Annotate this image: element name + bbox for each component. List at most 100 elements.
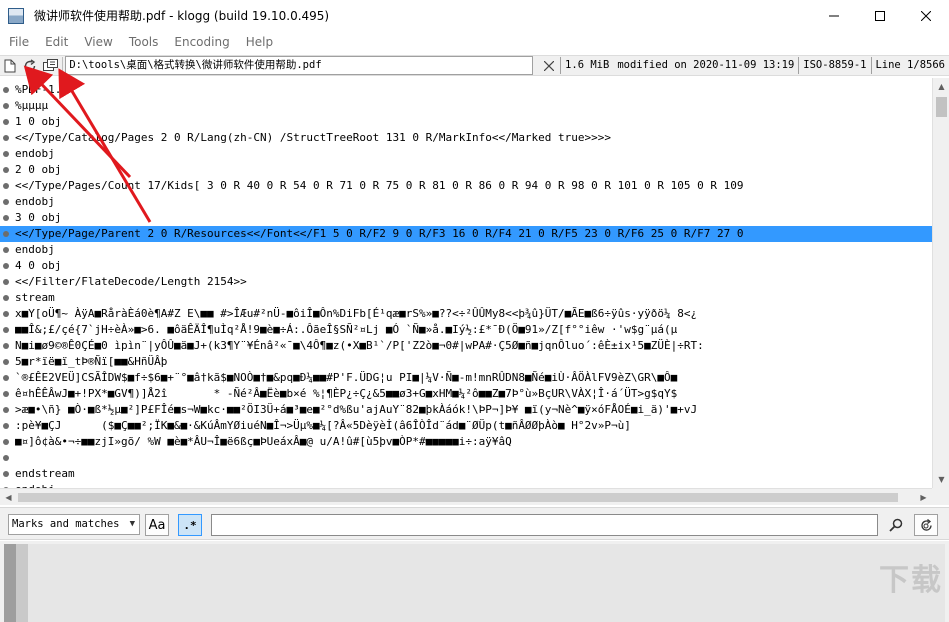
line-mark-bullet-icon[interactable] (3, 263, 9, 269)
minimize-button[interactable] (811, 0, 857, 31)
filtered-panel[interactable] (4, 544, 945, 622)
line-mark-bullet-icon[interactable] (3, 87, 9, 93)
line-mark-bullet-icon[interactable] (3, 199, 9, 205)
line-mark-bullet-icon[interactable] (3, 135, 9, 141)
line-mark-bullet-icon[interactable] (3, 359, 9, 365)
file-path-field[interactable]: D:\tools\桌面\格式转换\微讲师软件使用帮助.pdf (65, 56, 534, 75)
menu-view[interactable]: View (76, 35, 120, 49)
search-input[interactable] (211, 514, 878, 536)
line-mark-bullet-icon[interactable] (3, 247, 9, 253)
log-line[interactable]: endobj (0, 146, 932, 162)
follow-button[interactable] (40, 56, 60, 75)
menu-edit[interactable]: Edit (37, 35, 76, 49)
line-mark-bullet-icon[interactable] (3, 119, 9, 125)
horizontal-scroll-thumb[interactable] (18, 493, 898, 502)
log-line[interactable]: >æ■•\ñ} ■Ò·■ß*½µ■²]P£FÎé■s¬W■kc·■■²ÖI3Ü+… (0, 402, 932, 418)
open-file-button[interactable] (0, 56, 20, 75)
log-line-text: ■■Î&;£/çé{7`jH÷èÀ»■>6. ■ôäÊÄÎ¶uÌq²Å!9■è■… (15, 323, 678, 336)
log-line[interactable]: `®£ÊE2VEÜ]CSÃÎDW$■f÷$6■+¨°■â†kã$■NOÒ■†■&… (0, 370, 932, 386)
scroll-left-icon[interactable]: ◀ (0, 489, 17, 506)
open-file-icon (4, 59, 16, 72)
log-line[interactable]: <</Filter/FlateDecode/Length 2154>> (0, 274, 932, 290)
close-button[interactable] (903, 0, 949, 31)
log-line[interactable]: ■■Î&;£/çé{7`jH÷èÀ»■>6. ■ôäÊÄÎ¶uÌq²Å!9■è■… (0, 322, 932, 338)
log-line-text: 2 0 obj (15, 163, 62, 176)
log-lines: %PDF-1.5 %µµµµ 1 0 obj <</Type/Catalog/Page… (0, 82, 932, 488)
line-mark-bullet-icon[interactable] (3, 279, 9, 285)
log-line[interactable]: %µµµµ (0, 98, 932, 114)
menu-tools[interactable]: Tools (121, 35, 167, 49)
line-mark-bullet-icon[interactable] (3, 391, 9, 397)
log-line[interactable]: <</Type/Catalog/Pages 2 0 R/Lang(zh-CN) … (0, 130, 932, 146)
log-line[interactable]: x■Y[oÜ¶~ ÀÿA■RåràÈá0è¶A#Z E\■■ #>ÎÆu#²nÜ… (0, 306, 932, 322)
line-mark-bullet-icon[interactable] (3, 423, 9, 429)
regex-button[interactable]: .* (178, 514, 202, 536)
file-size: 1.6 MiB (565, 59, 610, 71)
log-view[interactable]: %PDF-1.5 %µµµµ 1 0 obj <</Type/Catalog/Page… (0, 78, 932, 488)
line-mark-bullet-icon[interactable] (3, 327, 9, 333)
log-line[interactable]: endobj (0, 242, 932, 258)
line-mark-bullet-icon[interactable] (3, 375, 9, 381)
line-mark-bullet-icon[interactable] (3, 455, 9, 461)
search-button[interactable] (884, 514, 908, 536)
watermark-logo: 下载 (879, 563, 943, 598)
case-sensitive-button[interactable]: Aa (145, 514, 169, 536)
line-mark-bullet-icon[interactable] (3, 151, 9, 157)
maximize-button[interactable] (857, 0, 903, 31)
scroll-up-icon[interactable]: ▲ (933, 78, 949, 95)
line-mark-bullet-icon[interactable] (3, 439, 9, 445)
line-mark-bullet-icon[interactable] (3, 343, 9, 349)
line-mark-bullet-icon[interactable] (3, 183, 9, 189)
reload-button[interactable] (20, 56, 40, 75)
match-mode-value: Marks and matches (12, 518, 120, 530)
log-line-text: endobj (15, 195, 55, 208)
window-title: 微讲师软件使用帮助.pdf - klogg (build 19.10.0.495… (34, 9, 330, 23)
line-mark-bullet-icon[interactable] (3, 407, 9, 413)
line-mark-bullet-icon[interactable] (3, 471, 9, 477)
selected-log-line[interactable]: <</Type/Page/Parent 2 0 R/Resources<</Fo… (0, 226, 932, 242)
log-line[interactable]: N■i■ø9©®Ê0ÇÉ■0 ìpìn¨|yÔÛ■ä■J+(k3¶Y¨¥Énâ²… (0, 338, 932, 354)
menu-encoding[interactable]: Encoding (166, 35, 237, 49)
scroll-down-icon[interactable]: ▼ (933, 471, 949, 488)
log-line[interactable]: 2 0 obj (0, 162, 932, 178)
vertical-scrollbar[interactable]: ▲ ▼ (932, 78, 949, 488)
log-line-text: >æ■•\ñ} ■Ò·■ß*½µ■²]P£FÎé■s¬W■kc·■■²ÖI3Ü+… (15, 403, 698, 416)
log-line[interactable]: endobj (0, 194, 932, 210)
title-bar: 微讲师软件使用帮助.pdf - klogg (build 19.10.0.495… (0, 0, 949, 31)
toolbar: D:\tools\桌面\格式转换\微讲师软件使用帮助.pdf 1.6 MiB m… (0, 55, 949, 76)
log-line[interactable]: ê¤hÊÊÂwJ■+!PX*■GV¶)]Å2î * -Ñé²Â■Ëè■b×é %… (0, 386, 932, 402)
log-line[interactable]: 3 0 obj (0, 210, 932, 226)
auto-refresh-button[interactable] (914, 514, 938, 536)
scroll-right-icon[interactable]: ▶ (915, 489, 932, 506)
log-line[interactable] (0, 450, 932, 466)
menu-file[interactable]: File (1, 35, 37, 49)
menu-help[interactable]: Help (238, 35, 281, 49)
encoding-label: ISO-8859-1 (803, 59, 867, 71)
line-mark-bullet-icon[interactable] (3, 295, 9, 301)
close-icon (921, 10, 931, 21)
log-line[interactable]: 1 0 obj (0, 114, 932, 130)
match-mode-select[interactable]: Marks and matches ▼ (8, 514, 140, 535)
horizontal-scrollbar[interactable]: ◀ ▶ (0, 488, 932, 505)
line-mark-bullet-icon[interactable] (3, 311, 9, 317)
log-line[interactable]: 5■r*ïë■ï_tÞ®Ñï[■■&HñÜÂþ (0, 354, 932, 370)
vertical-scroll-thumb[interactable] (936, 97, 947, 117)
filtered-view[interactable]: 下载 (0, 541, 949, 622)
log-line[interactable]: 4 0 obj (0, 258, 932, 274)
line-mark-bullet-icon[interactable] (3, 215, 9, 221)
reload-icon (25, 58, 36, 71)
line-mark-bullet-icon[interactable] (3, 103, 9, 109)
search-icon (889, 518, 903, 532)
log-line[interactable]: :pè¥■ÇJ ($■Ç■■²;ÏK■&■·&KúÂmYØiuéN■Î¬>Üµ%… (0, 418, 932, 434)
log-line-text: endobj (15, 147, 55, 160)
log-line[interactable]: stream (0, 290, 932, 306)
close-file-button[interactable] (537, 56, 560, 75)
log-line-text: 4 0 obj (15, 259, 62, 272)
log-line[interactable]: endstream (0, 466, 932, 482)
log-line-text: 3 0 obj (15, 211, 62, 224)
log-line[interactable]: ■¤]ô¢à&•¬÷■■zjI»gõ/ %W ■è■*ÂU¬Î■ë6ßç■ÞUe… (0, 434, 932, 450)
log-line[interactable]: %PDF-1.5 (0, 82, 932, 98)
line-mark-bullet-icon[interactable] (3, 167, 9, 173)
line-mark-bullet-icon[interactable] (3, 231, 9, 237)
log-line[interactable]: <</Type/Pages/Count 17/Kids[ 3 0 R 40 0 … (0, 178, 932, 194)
